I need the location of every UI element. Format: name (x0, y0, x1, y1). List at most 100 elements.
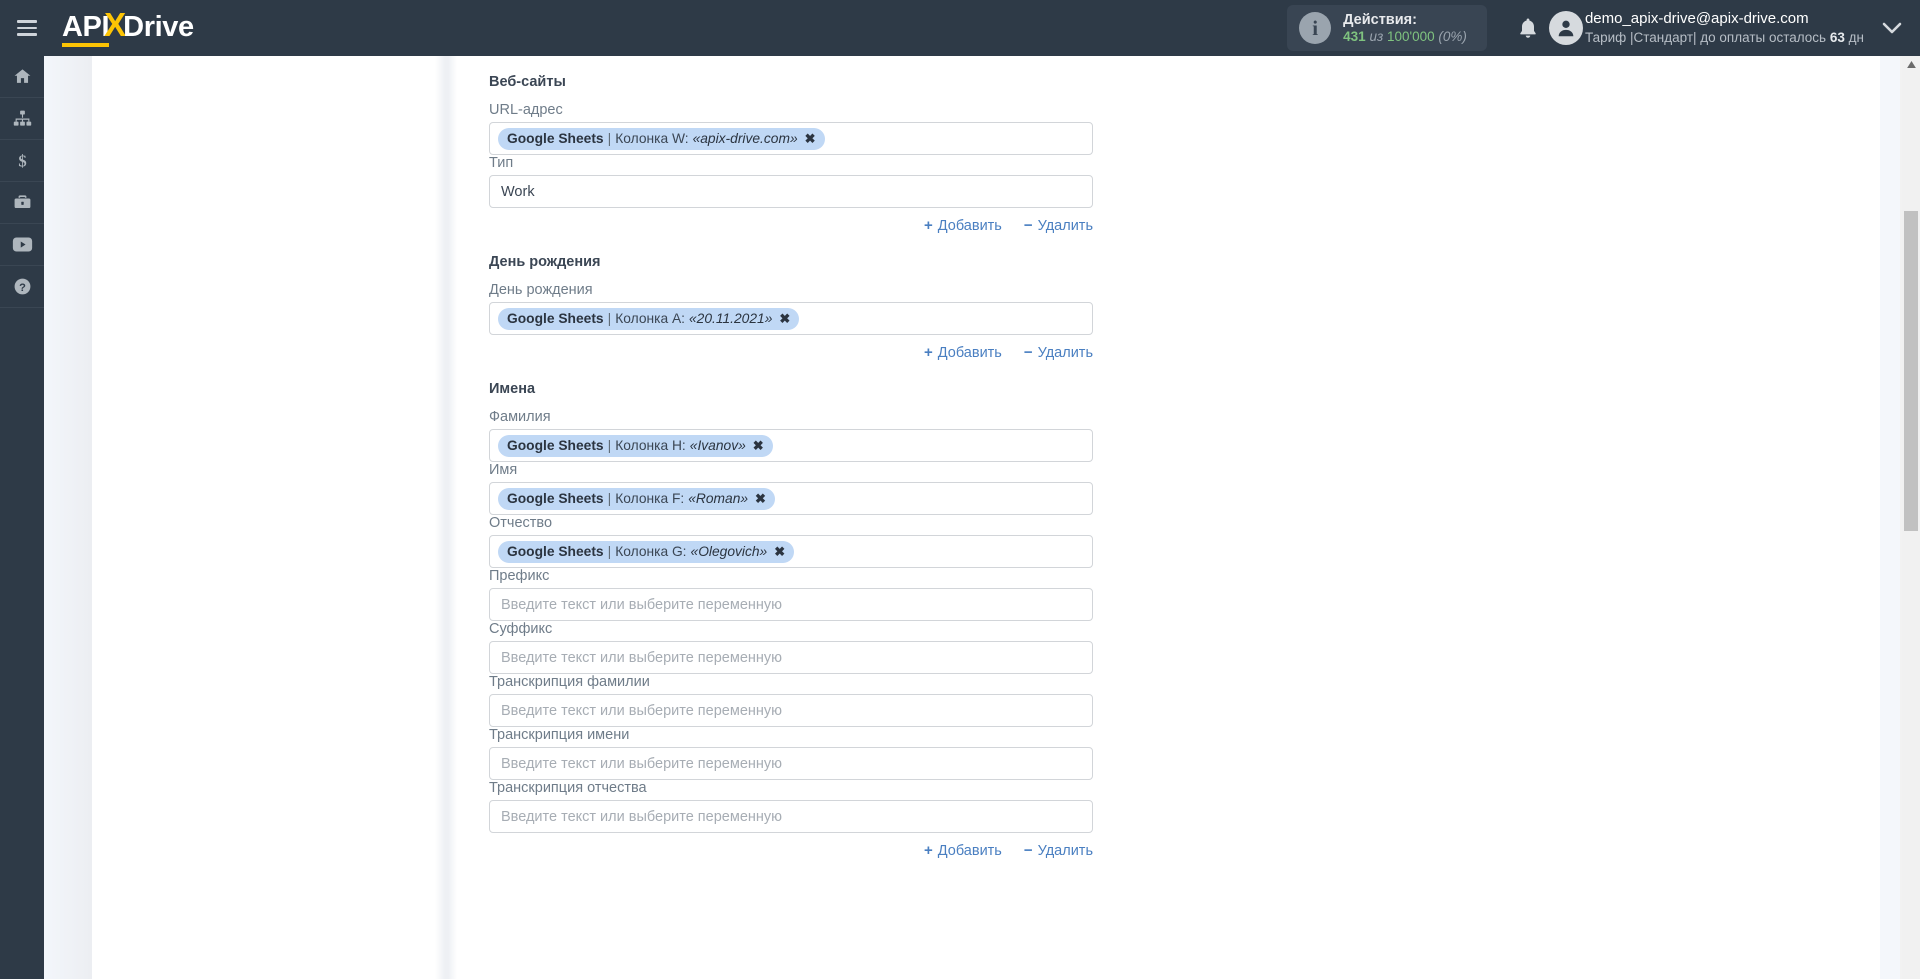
variable-input[interactable]: Google Sheets | Колонка G: «Olegovich» ✖ (489, 535, 1093, 568)
section-title: День рождения (489, 254, 601, 270)
chip-value: «apix-drive.com» (692, 130, 798, 146)
form-field: Транскрипция имени Введите текст или выбе… (489, 727, 1093, 780)
avatar-circle (1548, 11, 1583, 45)
hamburger-line (17, 33, 37, 36)
field-label: Суффикс (489, 621, 553, 637)
youtube-icon (12, 237, 32, 252)
field-label: Префикс (489, 568, 550, 584)
left-sidebar-rail: $ ? (0, 56, 44, 979)
add-button[interactable]: + Добавить (924, 217, 1002, 234)
plus-icon: + (924, 217, 933, 234)
field-label: Транскрипция фамилии (489, 674, 650, 690)
chip-column: Колонка F: (615, 490, 685, 506)
actions-of-word: из (1369, 28, 1384, 44)
input-placeholder: Введите текст или выберите переменную (501, 596, 783, 613)
variable-input[interactable]: Google Sheets | Колонка A: «20.11.2021» ✖ (489, 302, 1093, 335)
variable-chip[interactable]: Google Sheets | Колонка A: «20.11.2021» ✖ (498, 307, 800, 330)
scrollbar-thumb[interactable] (1904, 211, 1918, 531)
text-input[interactable]: Введите текст или выберите переменную (489, 694, 1093, 727)
remove-button[interactable]: − Удалить (1024, 217, 1093, 234)
actions-usage: 431 из 100'000 (0%) (1343, 29, 1467, 46)
home-icon (14, 69, 30, 83)
chip-remove-icon[interactable]: ✖ (805, 130, 816, 147)
dollar-icon: $ (18, 151, 26, 170)
form-field: Суффикс Введите текст или выберите переме… (489, 621, 1093, 674)
variable-chip[interactable]: Google Sheets | Колонка G: «Olegovich» ✖ (498, 540, 795, 563)
chevron-down-icon[interactable] (1864, 22, 1920, 34)
avatar[interactable] (1548, 11, 1585, 45)
variable-chip[interactable]: Google Sheets | Колонка W: «apix-drive.com»… (498, 127, 825, 150)
input-placeholder: Введите текст или выберите переменную (501, 808, 783, 825)
help-icon: ? (14, 278, 30, 295)
chip-remove-icon[interactable]: ✖ (755, 490, 766, 507)
chip-separator: | (607, 130, 612, 146)
hamburger-line (17, 26, 37, 30)
remove-button-label: Удалить (1037, 217, 1093, 234)
sidebar-item-business[interactable] (0, 182, 44, 224)
sidebar-item-help[interactable]: ? (0, 266, 44, 308)
section-actions: + Добавить − Удалить (489, 344, 1093, 361)
text-input[interactable]: Введите текст или выберите переменную (489, 641, 1093, 674)
text-input[interactable]: Введите текст или выберите переменную (489, 747, 1093, 780)
actions-counter-box[interactable]: i Действия: 431 из 100'000 (0%) (1287, 5, 1487, 51)
chip-remove-icon[interactable]: ✖ (779, 310, 790, 327)
add-button-label: Добавить (937, 344, 1002, 361)
top-header-bar: API X Drive i Действия: 431 из 100'000 (… (0, 0, 1920, 56)
remove-button-label: Удалить (1037, 842, 1093, 859)
chip-remove-icon[interactable]: ✖ (774, 543, 785, 560)
form-field: Тип Work (489, 155, 1093, 208)
form-field: Отчество Google Sheets | Колонка G: «Olegovi… (489, 515, 1093, 568)
right-gradient-strip (1880, 56, 1900, 979)
form-field: День рождения Google Sheets | Колонка A: «20… (489, 282, 1093, 335)
chip-separator: | (607, 310, 612, 326)
chip-source: Google Sheets (507, 437, 604, 453)
field-label: Фамилия (489, 409, 551, 425)
field-label: Имя (489, 462, 518, 478)
user-email: demo_apix-drive@apix-drive.com (1584, 10, 1809, 28)
sidebar-item-connections[interactable] (0, 98, 44, 140)
variable-chip[interactable]: Google Sheets | Колонка H: «Ivanov» ✖ (498, 434, 773, 457)
remove-button[interactable]: − Удалить (1024, 842, 1093, 859)
variable-input[interactable]: Google Sheets | Колонка H: «Ivanov» ✖ (489, 429, 1093, 462)
actions-percent: (0%) (1438, 28, 1467, 44)
user-plan-days: 63 (1829, 29, 1845, 45)
svg-text:?: ? (19, 282, 26, 294)
add-button-label: Добавить (937, 842, 1002, 859)
field-label: URL-адрес (489, 102, 563, 118)
add-button[interactable]: + Добавить (924, 344, 1002, 361)
field-label: День рождения (489, 282, 593, 298)
variable-chip[interactable]: Google Sheets | Колонка F: «Roman» ✖ (498, 487, 775, 510)
input-placeholder: Введите текст или выберите переменную (501, 702, 783, 719)
logo-api-text: API (62, 12, 110, 47)
minus-icon: − (1023, 842, 1033, 859)
app-logo[interactable]: API X Drive (62, 8, 194, 47)
chip-separator: | (607, 490, 612, 506)
variable-input[interactable]: Google Sheets | Колонка W: «apix-drive.com»… (489, 122, 1093, 155)
chip-separator: | (607, 437, 612, 453)
chip-source: Google Sheets (507, 310, 604, 326)
text-input[interactable]: Введите текст или выберите переменную (489, 588, 1093, 621)
variable-input[interactable]: Google Sheets | Колонка F: «Roman» ✖ (489, 482, 1093, 515)
text-input[interactable]: Work (489, 175, 1093, 208)
hamburger-menu-icon[interactable] (0, 0, 54, 56)
chip-column: Колонка W: (615, 130, 689, 146)
sidebar-item-video[interactable] (0, 224, 44, 266)
plus-icon: + (924, 344, 933, 361)
sidebar-item-home[interactable] (0, 56, 44, 98)
remove-button[interactable]: − Удалить (1024, 344, 1093, 361)
text-input[interactable]: Введите текст или выберите переменную (489, 800, 1093, 833)
user-info-block[interactable]: demo_apix-drive@apix-drive.com Тариф |Ст… (1585, 9, 1864, 46)
chip-column: Колонка A: (615, 310, 685, 326)
sidebar-item-billing[interactable]: $ (0, 140, 44, 182)
chip-remove-icon[interactable]: ✖ (753, 437, 764, 454)
page-scrollbar[interactable] (1902, 56, 1920, 979)
chip-value: «Roman» (688, 490, 749, 506)
bell-icon[interactable] (1505, 17, 1551, 39)
add-button[interactable]: + Добавить (924, 842, 1002, 859)
scrollbar-up-arrow[interactable] (1903, 56, 1919, 72)
input-placeholder: Введите текст или выберите переменную (501, 755, 783, 772)
svg-text:$: $ (18, 151, 26, 170)
chip-source: Google Sheets (507, 130, 604, 146)
user-plan-text: Тариф |Стандарт| до оплаты осталось (1584, 29, 1827, 45)
triangle-up-icon (1906, 60, 1916, 68)
